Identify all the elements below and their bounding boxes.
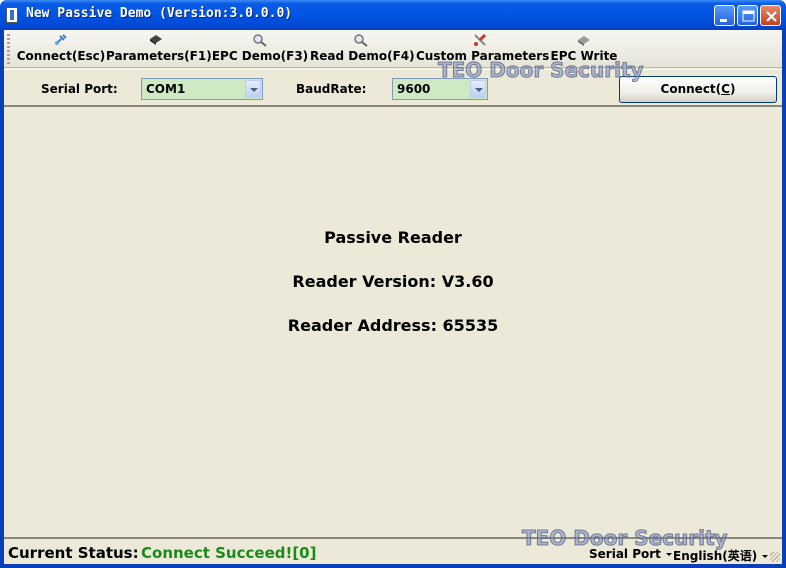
reader-address: Reader Address: 65535	[287, 316, 499, 335]
maximize-icon	[742, 10, 755, 22]
serial-port-select[interactable]: COM1	[141, 78, 263, 100]
toolbar-parameters-button[interactable]: Parameters(F1)	[106, 32, 212, 66]
language-menu[interactable]: English(英语)	[673, 547, 769, 564]
reader-name: Passive Reader	[324, 228, 462, 247]
chevron-down-icon	[665, 553, 672, 556]
toolbar-custom-parameters-button[interactable]: Custom Parameters	[416, 32, 549, 66]
serial-port-value: COM1	[146, 82, 186, 96]
toolbar-epc-write-button[interactable]: EPC Write	[546, 32, 622, 66]
serial-port-label: Serial Port:	[41, 82, 118, 96]
chevron-down-icon[interactable]	[470, 80, 486, 98]
minimize-icon	[720, 19, 727, 22]
resize-grip[interactable]	[770, 552, 780, 562]
chevron-down-icon	[762, 555, 769, 558]
close-button[interactable]	[760, 5, 781, 26]
toolbar-connect-button[interactable]: Connect(Esc)	[14, 32, 108, 66]
chevron-down-icon[interactable]	[245, 80, 261, 98]
status-bar: Current Status: Connect Succeed![0] Seri…	[4, 537, 782, 564]
app-icon	[6, 7, 18, 23]
serial-port-menu[interactable]: Serial Port	[589, 547, 672, 561]
connection-bar: Serial Port: COM1 BaudRate: 9600 Connect…	[4, 69, 782, 107]
client-area: Connect(Esc) Parameters(F1) EPC Demo(F3)…	[4, 30, 782, 564]
baudrate-select[interactable]: 9600	[392, 78, 488, 100]
status-value: Connect Succeed![0]	[141, 544, 317, 562]
app-window: New Passive Demo (Version:3.0.0.0) Conne…	[0, 0, 786, 568]
toolbar-grip[interactable]	[7, 34, 10, 64]
close-icon	[766, 11, 777, 22]
toolbar: Connect(Esc) Parameters(F1) EPC Demo(F3)…	[4, 30, 782, 68]
eraser-icon	[578, 36, 590, 46]
tools-icon	[474, 33, 487, 46]
toolbar-read-demo-button[interactable]: Read Demo(F4)	[310, 32, 415, 66]
connect-icon	[55, 34, 67, 45]
toolbar-epc-demo-button[interactable]: EPC Demo(F3)	[210, 32, 310, 66]
connect-button[interactable]: Connect(C)	[619, 76, 777, 103]
magnifier-icon	[253, 34, 267, 47]
maximize-button[interactable]	[737, 5, 758, 26]
window-title: New Passive Demo (Version:3.0.0.0)	[26, 6, 293, 21]
main-panel: Passive Reader Reader Version: V3.60 Rea…	[4, 109, 782, 537]
minimize-button[interactable]	[714, 5, 735, 26]
title-bar[interactable]: New Passive Demo (Version:3.0.0.0)	[0, 0, 786, 30]
magnifier-icon	[354, 34, 368, 47]
baudrate-label: BaudRate:	[296, 82, 367, 96]
status-label: Current Status:	[8, 544, 139, 562]
baudrate-value: 9600	[397, 82, 431, 96]
reader-version: Reader Version: V3.60	[292, 272, 494, 291]
chip-icon	[150, 35, 162, 45]
